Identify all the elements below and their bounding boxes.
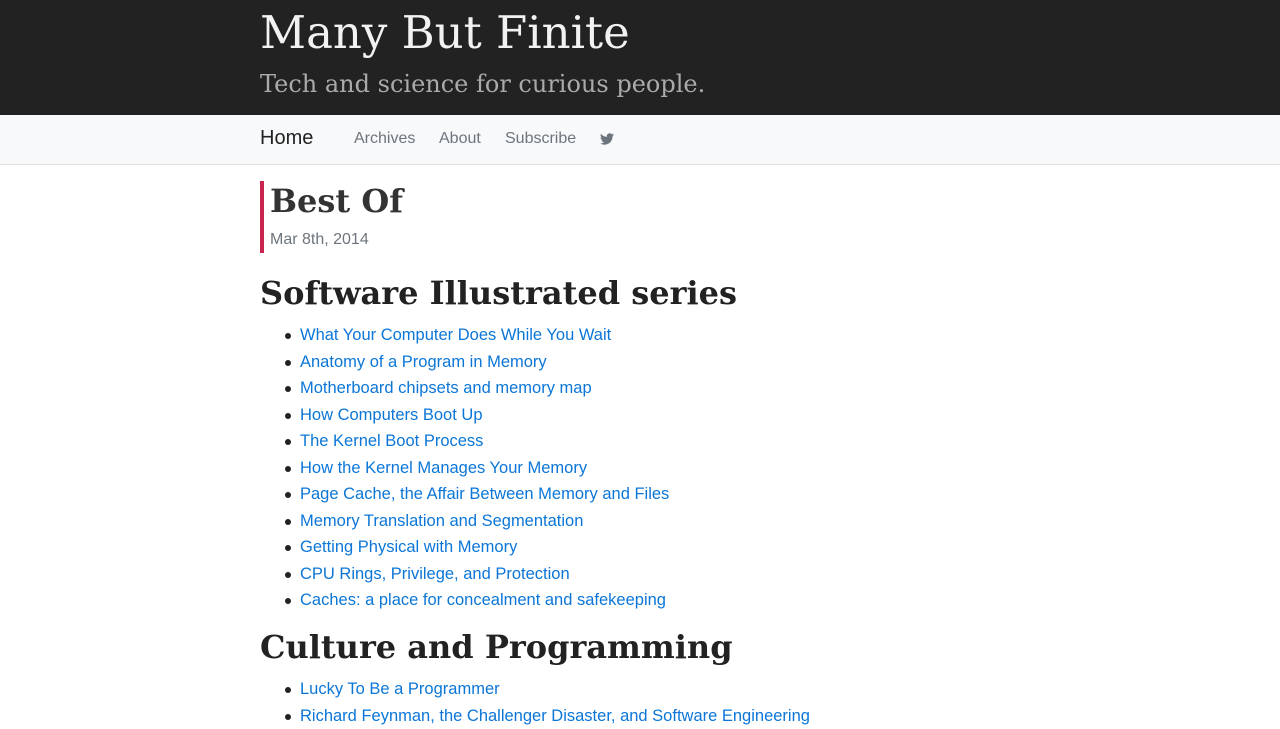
list-item: Page Cache, the Affair Between Memory an…: [260, 481, 669, 508]
list-item: How the Kernel Manages Your Memory: [260, 455, 669, 482]
article-link[interactable]: CPU Rings, Privilege, and Protection: [300, 565, 570, 583]
culture-programming-list: Lucky To Be a Programmer Richard Feynman…: [260, 676, 810, 729]
nav-archives-link[interactable]: Archives: [354, 130, 415, 148]
article-link[interactable]: How Computers Boot Up: [300, 406, 483, 424]
site-title[interactable]: Many But Finite: [260, 6, 630, 59]
list-item: Anatomy of a Program in Memory: [260, 349, 669, 376]
bullet-icon: [285, 413, 291, 419]
section-heading-culture-programming: Culture and Programming: [260, 628, 733, 666]
post-title: Best Of: [270, 182, 403, 220]
article-link[interactable]: Anatomy of a Program in Memory: [300, 353, 547, 371]
software-illustrated-list: What Your Computer Does While You Wait A…: [260, 322, 669, 614]
list-item: Lucky To Be a Programmer: [260, 676, 810, 703]
bullet-icon: [285, 386, 291, 392]
list-item: Memory Translation and Segmentation: [260, 508, 669, 535]
list-item: What Your Computer Does While You Wait: [260, 322, 669, 349]
post-date: Mar 8th, 2014: [270, 231, 369, 249]
list-item: The Kernel Boot Process: [260, 428, 669, 455]
list-item: Getting Physical with Memory: [260, 534, 669, 561]
bullet-icon: [285, 598, 291, 604]
list-item: Richard Feynman, the Challenger Disaster…: [260, 703, 810, 729]
article-link[interactable]: What Your Computer Does While You Wait: [300, 326, 611, 344]
bullet-icon: [285, 333, 291, 339]
bullet-icon: [285, 492, 291, 498]
article-link[interactable]: Page Cache, the Affair Between Memory an…: [300, 485, 669, 503]
site-tagline: Tech and science for curious people.: [260, 70, 705, 98]
nav-subscribe-link[interactable]: Subscribe: [505, 130, 576, 148]
bullet-icon: [285, 466, 291, 472]
bullet-icon: [285, 519, 291, 525]
twitter-icon[interactable]: [600, 132, 614, 146]
bullet-icon: [285, 687, 291, 693]
article-link[interactable]: How the Kernel Manages Your Memory: [300, 459, 587, 477]
list-item: Motherboard chipsets and memory map: [260, 375, 669, 402]
bullet-icon: [285, 439, 291, 445]
article-link[interactable]: Motherboard chipsets and memory map: [300, 379, 592, 397]
article-link[interactable]: Getting Physical with Memory: [300, 538, 517, 556]
list-item: CPU Rings, Privilege, and Protection: [260, 561, 669, 588]
nav-about-link[interactable]: About: [439, 130, 481, 148]
bullet-icon: [285, 572, 291, 578]
bullet-icon: [285, 545, 291, 551]
article-link[interactable]: Lucky To Be a Programmer: [300, 680, 500, 698]
article-link[interactable]: The Kernel Boot Process: [300, 432, 483, 450]
article-link[interactable]: Memory Translation and Segmentation: [300, 512, 583, 530]
article-link[interactable]: Caches: a place for concealment and safe…: [300, 591, 666, 609]
section-heading-software-illustrated: Software Illustrated series: [260, 274, 737, 312]
bullet-icon: [285, 360, 291, 366]
article-link[interactable]: Richard Feynman, the Challenger Disaster…: [300, 707, 810, 725]
bullet-icon: [285, 714, 291, 720]
main-navbar: Home Archives About Subscribe: [0, 115, 1280, 165]
list-item: How Computers Boot Up: [260, 402, 669, 429]
list-item: Caches: a place for concealment and safe…: [260, 587, 669, 614]
post-header: Best Of Mar 8th, 2014: [260, 181, 764, 253]
nav-home-link[interactable]: Home: [260, 127, 313, 150]
site-header: Many But Finite Tech and science for cur…: [0, 0, 1280, 115]
